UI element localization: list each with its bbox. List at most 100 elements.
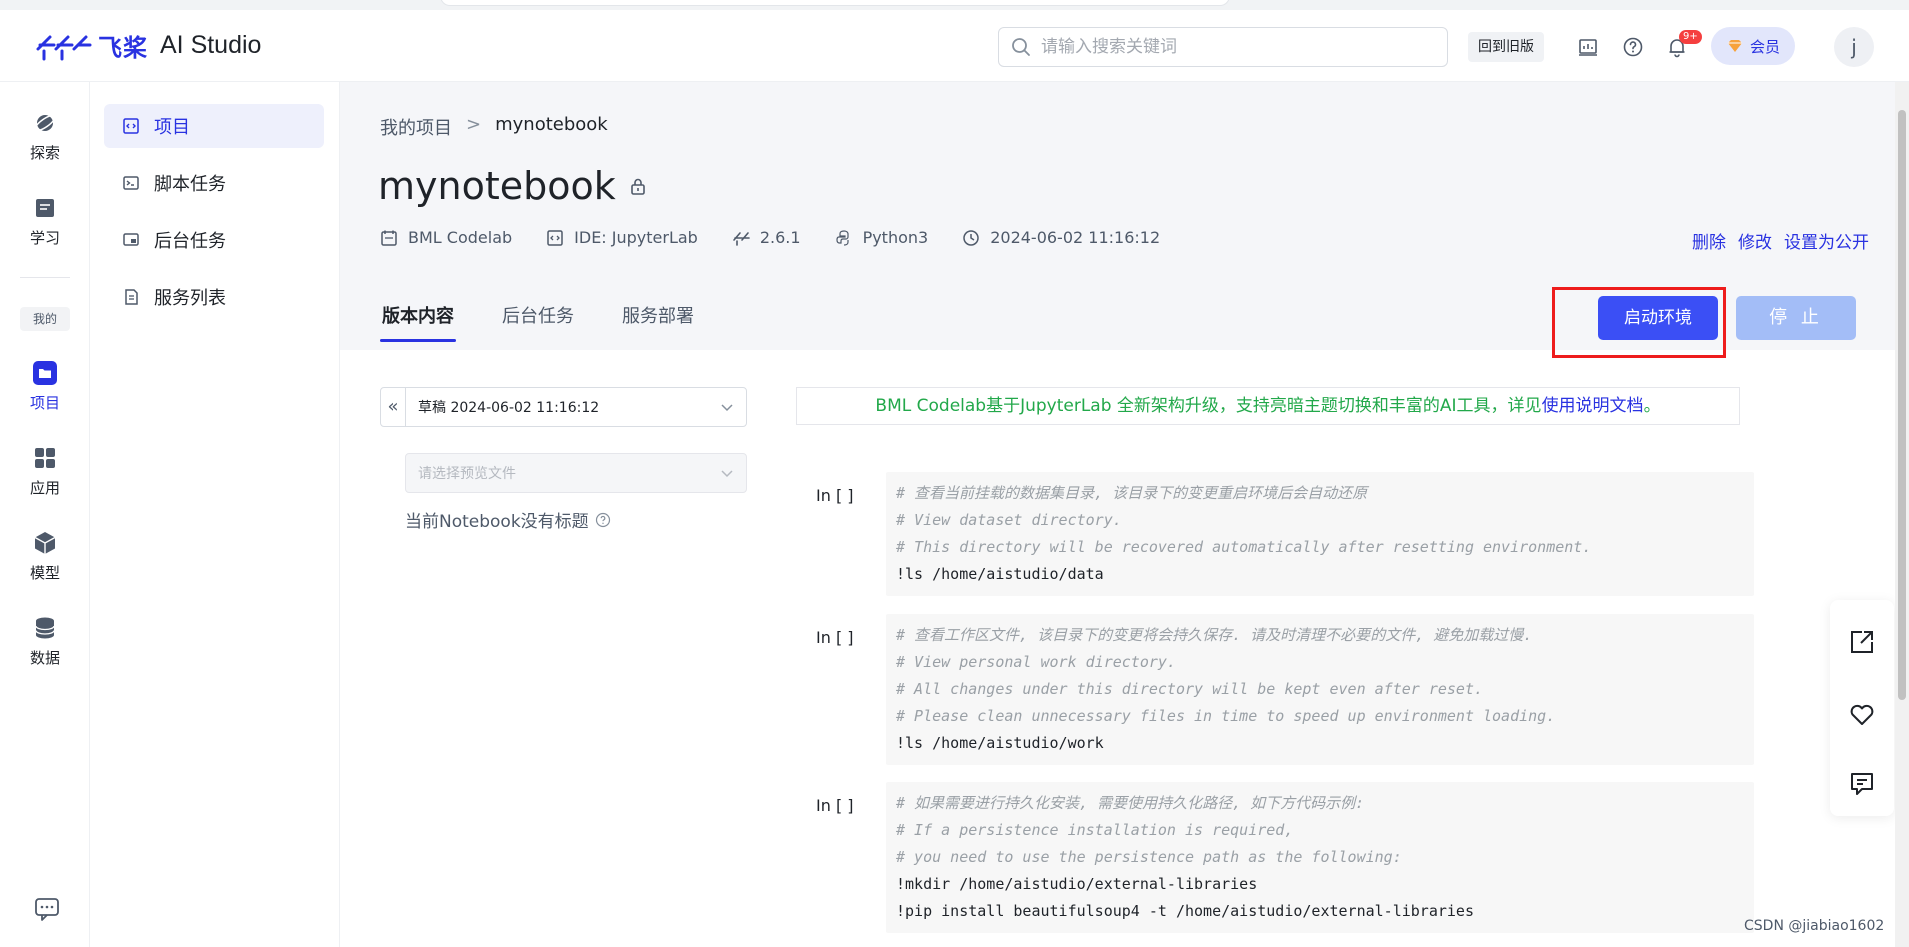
chevron-down-icon	[721, 470, 733, 478]
old-version-button[interactable]: 回到旧版	[1468, 32, 1544, 62]
search-icon	[1012, 38, 1030, 56]
version-select[interactable]: 草稿 2024-06-02 11:16:12	[405, 387, 747, 427]
meta-python: Python3	[835, 228, 928, 247]
code-line: !ls /home/aistudio/work	[896, 734, 1104, 752]
subnav-item-projects[interactable]: 项目	[104, 104, 324, 148]
meta-ide: IDE: JupyterLab	[546, 228, 698, 247]
rail-item-explore[interactable]: 探索	[0, 110, 90, 163]
breadcrumb-separator: >	[466, 114, 482, 135]
top-header: 飞桨 AI Studio 回到旧版 9+ 会员 j	[0, 10, 1909, 82]
cell-code[interactable]: # 如果需要进行持久化安装, 需要使用持久化路径, 如下方代码示例: # If a…	[886, 782, 1754, 933]
code-line: # View personal work directory.	[896, 653, 1176, 671]
meta-env: BML Codelab	[380, 228, 512, 247]
notebook-no-title: 当前Notebook没有标题	[405, 507, 611, 532]
code-window-icon	[547, 229, 563, 246]
dashboard-icon[interactable]	[1577, 36, 1599, 58]
scrollbar-thumb[interactable]	[1898, 110, 1906, 700]
subnav-item-background-tasks[interactable]: 后台任务	[104, 218, 324, 262]
code-line: !pip install beautifulsoup4 -t /home/ais…	[896, 902, 1474, 920]
subnav-label: 脚本任务	[154, 174, 226, 195]
apps-grid-icon	[35, 448, 55, 468]
main-content: 我的项目 > mynotebook mynotebook BML Codelab…	[340, 82, 1909, 947]
subnav-label: 项目	[154, 117, 190, 138]
vip-button[interactable]: 会员	[1711, 27, 1795, 65]
rail-item-models[interactable]: 模型	[0, 530, 90, 583]
subnav-item-services[interactable]: 服务列表	[104, 275, 324, 319]
tab-service-deploy[interactable]: 服务部署	[620, 302, 696, 342]
rail-label: 学习	[29, 229, 60, 247]
help-circle-icon[interactable]	[595, 512, 611, 528]
brand-en: AI Studio	[160, 31, 262, 59]
page-scrollbar[interactable]	[1895, 82, 1909, 947]
cell-prompt: In [ ]	[816, 796, 854, 815]
book-icon	[36, 199, 54, 217]
stop-button[interactable]: 停 止	[1736, 296, 1856, 340]
rail-mine-tag: 我的	[20, 307, 70, 331]
help-icon[interactable]	[1622, 36, 1644, 58]
vip-label: 会员	[1749, 37, 1780, 56]
share-external-icon[interactable]	[1848, 628, 1876, 656]
version-select-value: 草稿 2024-06-02 11:16:12	[418, 400, 600, 416]
subnav-label: 后台任务	[154, 231, 226, 252]
meta-created: 2024-06-02 11:16:12	[962, 228, 1160, 247]
vip-gem-icon	[1727, 40, 1742, 52]
rail-label: 项目	[29, 394, 60, 412]
browser-top-strip	[0, 0, 1909, 10]
tab-version-content[interactable]: 版本内容	[380, 302, 456, 342]
tab-background-tasks[interactable]: 后台任务	[500, 302, 576, 342]
code-line: # 查看工作区文件, 该目录下的变更将会持久保存. 请及时清理不必要的文件, 避…	[896, 626, 1533, 644]
paddle-logo-icon	[36, 35, 92, 60]
calendar-env-icon	[381, 230, 397, 246]
monitor-task-icon	[123, 233, 139, 246]
code-file-icon	[123, 118, 139, 134]
cube-icon	[34, 532, 56, 554]
cell-code[interactable]: # 查看当前挂载的数据集目录, 该目录下的变更重启环境后会自动还原 # View …	[886, 472, 1754, 596]
subnav-item-script-tasks[interactable]: 脚本任务	[104, 161, 324, 205]
subnav-label: 服务列表	[154, 288, 226, 309]
code-line: # 如果需要进行持久化安装, 需要使用持久化路径, 如下方代码示例:	[896, 794, 1365, 812]
address-bar-remnant	[440, 0, 1230, 6]
heart-icon[interactable]	[1848, 700, 1876, 728]
notice-text: BML Codelab基于JupyterLab 全新架构升级，支持亮暗主题切换和…	[875, 396, 1542, 416]
breadcrumb-parent[interactable]: 我的项目	[380, 114, 452, 140]
rail-item-learn[interactable]: 学习	[0, 195, 90, 248]
rail-label: 数据	[29, 649, 60, 667]
code-line: # If a persistence installation is requi…	[896, 821, 1294, 839]
project-folder-icon	[33, 361, 57, 385]
planet-icon	[34, 114, 56, 132]
search-box[interactable]	[998, 27, 1448, 67]
delete-link[interactable]: 删除	[1692, 228, 1726, 253]
preview-file-select[interactable]: 请选择预览文件	[405, 453, 747, 493]
notice-suffix: 。	[1643, 396, 1661, 416]
rail-item-data[interactable]: 数据	[0, 615, 90, 668]
search-input[interactable]	[1041, 37, 1421, 57]
feedback-chat-icon[interactable]	[34, 896, 60, 922]
document-list-icon	[125, 289, 138, 305]
left-rail: 探索 学习 我的 项目 应用 模型 数据	[0, 82, 90, 947]
code-line: !ls /home/aistudio/data	[896, 565, 1104, 583]
code-line: # Please clean unnecessary files in time…	[896, 707, 1556, 725]
cell-code[interactable]: # 查看工作区文件, 该目录下的变更将会持久保存. 请及时清理不必要的文件, 避…	[886, 614, 1754, 765]
rail-divider	[20, 277, 70, 278]
code-line: # 查看当前挂载的数据集目录, 该目录下的变更重启环境后会自动还原	[896, 484, 1368, 502]
project-meta: BML Codelab IDE: JupyterLab 2.6.1 Python…	[380, 228, 1160, 247]
code-line: !mkdir /home/aistudio/external-libraries	[896, 875, 1258, 893]
edit-link[interactable]: 修改	[1738, 228, 1772, 253]
collapse-panel-button[interactable]: «	[380, 387, 406, 427]
rail-item-apps[interactable]: 应用	[0, 445, 90, 498]
logo[interactable]: 飞桨 AI Studio	[34, 28, 261, 63]
brand-cn: 飞桨	[98, 34, 148, 62]
rail-item-projects[interactable]: 项目	[0, 360, 90, 413]
rail-label: 探索	[29, 144, 60, 162]
make-public-link[interactable]: 设置为公开	[1784, 228, 1869, 253]
project-tabs: 版本内容 后台任务 服务部署	[380, 302, 696, 342]
project-actions: 删除 修改 设置为公开	[1692, 228, 1869, 253]
avatar[interactable]: j	[1834, 27, 1874, 67]
database-icon	[35, 617, 55, 639]
notification-badge: 9+	[1679, 30, 1702, 44]
cell-prompt: In [ ]	[816, 486, 854, 505]
notice-doc-link[interactable]: 使用说明文档	[1542, 396, 1644, 416]
comment-icon[interactable]	[1848, 770, 1876, 798]
terminal-icon	[123, 176, 139, 190]
rail-label: 模型	[29, 564, 60, 582]
